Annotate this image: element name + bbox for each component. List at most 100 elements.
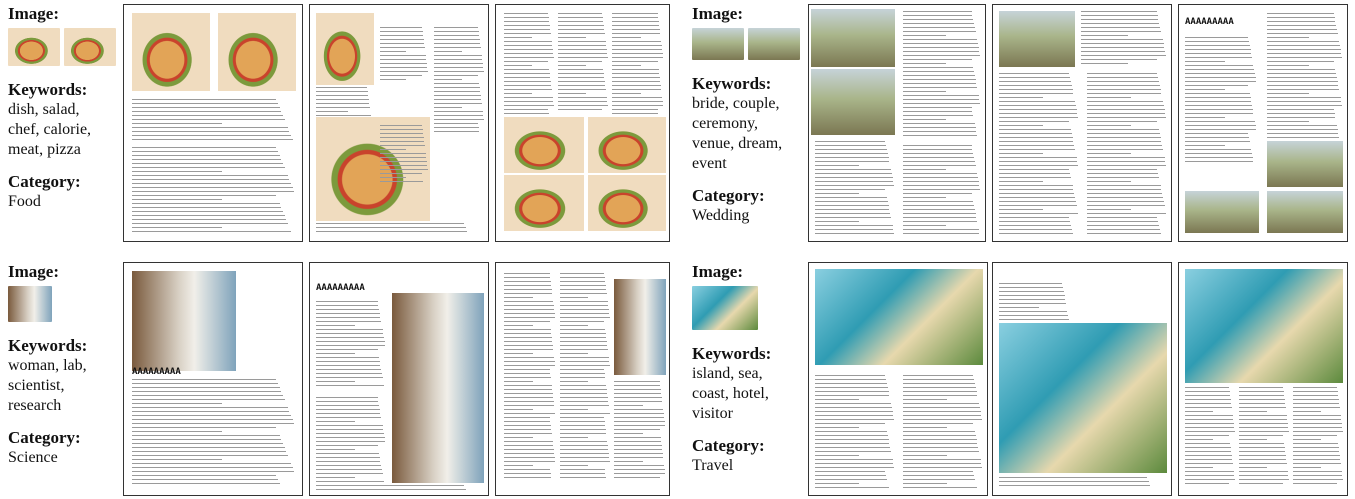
page-photo — [316, 13, 374, 85]
page-photo — [132, 13, 210, 91]
page-photo — [132, 271, 236, 371]
page-photo — [588, 117, 666, 173]
keywords-line: meat, pizza — [8, 141, 81, 158]
placeholder-heading: AAAAAAAAA — [316, 283, 365, 293]
body-text-block — [560, 273, 610, 481]
example-wedding-sidebar: Image: Keywords: bride, couple, ceremony… — [692, 4, 807, 226]
body-text-block — [1185, 387, 1235, 487]
keywords-line: venue, dream, — [692, 135, 783, 152]
body-text-block — [316, 223, 484, 235]
body-text-block — [903, 11, 981, 139]
thumbnail-image — [748, 28, 800, 60]
placeholder-heading: AAAAAAAAA — [1185, 17, 1234, 27]
document-page — [495, 262, 670, 496]
body-text-block — [903, 375, 983, 491]
keywords-line: research — [8, 397, 62, 414]
body-text-block — [999, 283, 1071, 323]
document-page — [808, 4, 986, 242]
image-label: Image: — [692, 4, 743, 23]
keywords-line: island, sea, — [692, 365, 763, 382]
keywords-line: visitor — [692, 405, 733, 422]
document-page — [808, 262, 988, 496]
thumbnail-image — [64, 28, 116, 66]
document-page — [992, 4, 1172, 242]
keywords-label: Keywords: — [692, 344, 772, 363]
page-photo — [999, 323, 1167, 473]
body-text-block — [1293, 387, 1343, 487]
document-page — [1178, 262, 1348, 496]
image-label: Image: — [8, 4, 59, 23]
thumbnail-strip — [8, 28, 123, 66]
body-text-block — [316, 301, 386, 389]
keywords-line: coast, hotel, — [692, 385, 769, 402]
body-text-block — [380, 27, 428, 83]
category-value: Science — [8, 449, 58, 466]
page-photo — [392, 293, 484, 483]
body-text-block — [132, 379, 296, 487]
body-text-block — [558, 13, 608, 113]
category-value: Food — [8, 193, 41, 210]
body-text-block — [380, 125, 428, 185]
body-text-block — [316, 397, 386, 485]
document-page: AAAAAAAAA — [123, 262, 303, 496]
category-label: Category: — [692, 186, 765, 205]
image-label: Image: — [8, 262, 59, 281]
document-page — [309, 4, 489, 242]
example-science-sidebar: Image: Keywords: woman, lab, scientist, … — [8, 262, 123, 468]
body-text-block — [1087, 73, 1167, 237]
category-value: Travel — [692, 457, 734, 474]
page-photo — [218, 13, 296, 91]
document-page — [123, 4, 303, 242]
page-photo — [1267, 191, 1343, 233]
body-text-block — [504, 273, 556, 481]
category-label: Category: — [692, 436, 765, 455]
page-photo — [811, 69, 895, 135]
page-photo — [815, 269, 983, 365]
thumbnail-image — [692, 28, 744, 60]
keywords-line: scientist, — [8, 377, 65, 394]
keywords-line: chef, calorie, — [8, 121, 92, 138]
body-text-block — [614, 381, 666, 481]
thumbnail-image — [692, 286, 758, 330]
page-photo — [999, 11, 1075, 67]
body-text-block — [316, 485, 484, 493]
example-travel-sidebar: Image: Keywords: island, sea, coast, hot… — [692, 262, 807, 476]
category-label: Category: — [8, 172, 81, 191]
body-text-block — [132, 99, 296, 143]
document-page: AAAAAAAAA — [309, 262, 489, 496]
page-photo — [614, 279, 666, 375]
page-photo — [1267, 141, 1343, 187]
page-photo — [1185, 191, 1259, 233]
body-text-block — [815, 375, 895, 491]
page-photo — [504, 175, 584, 231]
keywords-line: event — [692, 155, 727, 172]
document-page — [495, 4, 670, 242]
page-photo — [1185, 269, 1343, 383]
document-page — [992, 262, 1172, 496]
body-text-block — [1185, 37, 1257, 165]
keywords-label: Keywords: — [8, 80, 88, 99]
example-food-sidebar: Image: Keywords: dish, salad, chef, calo… — [8, 4, 123, 212]
body-text-block — [903, 145, 981, 237]
body-text-block — [434, 27, 484, 135]
thumbnail-image — [8, 286, 52, 322]
body-text-block — [999, 477, 1167, 489]
document-page: AAAAAAAAA — [1178, 4, 1348, 242]
thumbnail-strip — [8, 286, 123, 322]
body-text-block — [999, 73, 1079, 237]
body-text-block — [1081, 11, 1167, 67]
body-text-block — [1239, 387, 1289, 487]
thumbnail-strip — [692, 286, 807, 330]
page-photo — [588, 175, 666, 231]
thumbnail-strip — [692, 28, 807, 60]
category-label: Category: — [8, 428, 81, 447]
body-text-block — [132, 147, 296, 235]
category-value: Wedding — [692, 207, 750, 224]
keywords-line: dish, salad, — [8, 101, 80, 118]
thumbnail-image — [8, 28, 60, 66]
keywords-line: bride, couple, — [692, 95, 780, 112]
keywords-label: Keywords: — [8, 336, 88, 355]
body-text-block — [815, 141, 895, 237]
page-photo — [504, 117, 584, 173]
page-photo — [811, 9, 895, 67]
